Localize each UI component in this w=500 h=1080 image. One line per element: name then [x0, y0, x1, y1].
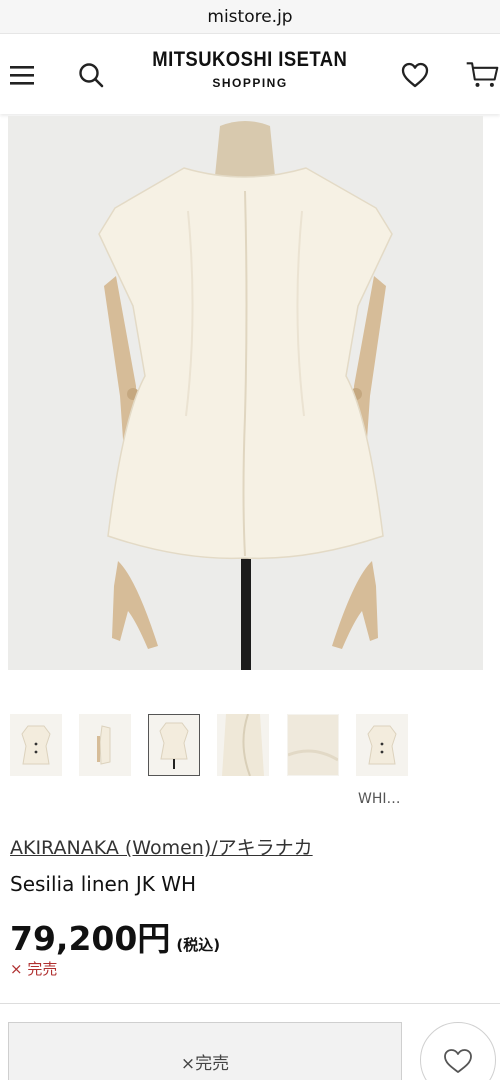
price-value: 79,200円 — [10, 919, 171, 958]
add-favorite-button[interactable] — [420, 1022, 496, 1080]
thumb-garment-icon — [97, 725, 111, 765]
brand-link[interactable]: AKIRANAKA (Women)/アキラナカ — [10, 833, 313, 860]
thumbnail-front[interactable] — [10, 714, 62, 776]
site-header: MITSUKOSHI ISETAN SHOPPING — [0, 34, 500, 114]
thumbnail-back[interactable] — [148, 714, 200, 776]
heart-icon — [444, 1049, 472, 1073]
thumbnail-caption: WHI… — [358, 791, 401, 807]
thumbnail-front-alt[interactable] — [356, 714, 408, 776]
stock-status: × 完売 — [10, 960, 58, 978]
favorites-button[interactable] — [398, 58, 432, 92]
soldout-label: ×完売 — [180, 1054, 230, 1074]
thumb-garment-icon — [21, 725, 51, 765]
thumbnail-fabric[interactable] — [287, 714, 339, 776]
thumb-garment-icon — [367, 725, 397, 765]
thumb-garment-icon — [159, 722, 189, 769]
thumbnail-detail[interactable] — [217, 714, 269, 776]
product-price: 79,200円 (税込) — [10, 912, 220, 960]
thumbnail-strip: WHI… — [0, 714, 500, 807]
brand-name: MITSUKOSHI ISETAN — [152, 48, 348, 71]
thumb-fabric-icon — [288, 715, 338, 775]
tax-label: (税込) — [176, 936, 221, 954]
thumbnail-side[interactable] — [79, 714, 131, 776]
heart-icon — [401, 62, 429, 88]
url-text: mistore.jp — [207, 6, 293, 27]
soldout-button[interactable]: ×完売 — [8, 1022, 402, 1080]
divider — [0, 1003, 500, 1004]
cart-icon — [466, 62, 499, 87]
cart-button[interactable] — [464, 58, 500, 92]
product-name: Sesilia linen JK WH — [10, 872, 197, 896]
mannequin-garment-illustration — [98, 121, 393, 670]
product-main-image[interactable] — [8, 116, 483, 670]
thumb-garment-icon — [222, 714, 264, 776]
url-bar[interactable]: mistore.jp — [0, 0, 500, 34]
